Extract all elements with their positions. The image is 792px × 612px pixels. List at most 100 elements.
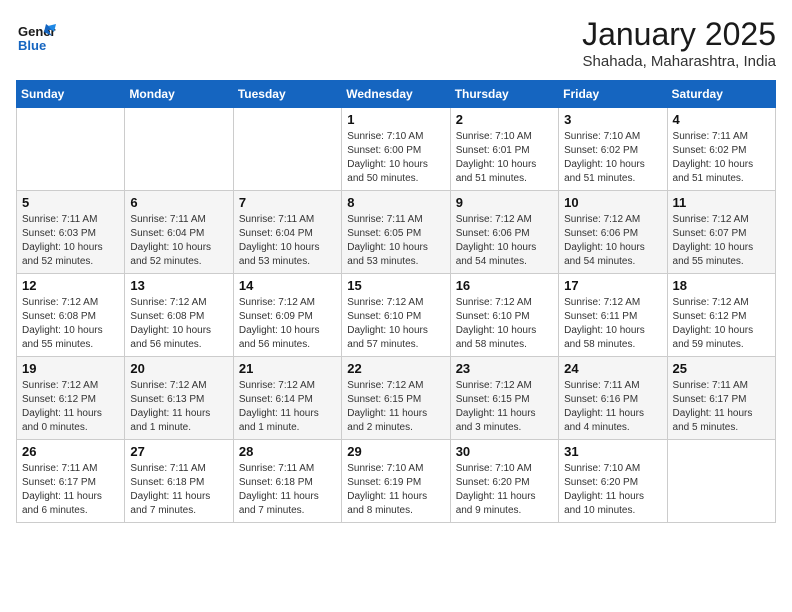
calendar-week-row: 1Sunrise: 7:10 AM Sunset: 6:00 PM Daylig… [17, 108, 776, 191]
day-number: 22 [347, 361, 444, 376]
calendar-day-cell: 11 Sunrise: 7:12 AM Sunset: 6:07 PM Dayli… [667, 191, 775, 274]
day-info: Sunrise: 7:11 AM Sunset: 6:05 PM Dayligh… [347, 213, 444, 269]
day-number: 11 [673, 195, 770, 210]
day-number: 4 [673, 112, 770, 127]
calendar-day-cell [125, 108, 233, 191]
calendar-day-cell: 3 Sunrise: 7:10 AM Sunset: 6:02 PM Daylig… [559, 108, 667, 191]
calendar-day-cell: 5 Sunrise: 7:11 AM Sunset: 6:03 PM Daylig… [17, 191, 125, 274]
day-info: Sunrise: 7:10 AM Sunset: 6:02 PM Dayligh… [564, 130, 661, 186]
day-info: Sunrise: 7:10 AM Sunset: 6:20 PM Dayligh… [456, 462, 553, 518]
day-number: 18 [673, 278, 770, 293]
day-number: 25 [673, 361, 770, 376]
day-of-week-header: Saturday [667, 81, 775, 108]
calendar-day-cell: 9 Sunrise: 7:12 AM Sunset: 6:06 PM Daylig… [450, 191, 558, 274]
calendar-day-cell: 17 Sunrise: 7:12 AM Sunset: 6:11 PM Dayli… [559, 274, 667, 357]
day-of-week-header: Thursday [450, 81, 558, 108]
calendar-day-cell: 24 Sunrise: 7:11 AM Sunset: 6:16 PM Dayli… [559, 357, 667, 440]
day-info: Sunrise: 7:12 AM Sunset: 6:12 PM Dayligh… [673, 296, 770, 352]
day-number: 5 [22, 195, 119, 210]
day-of-week-header: Monday [125, 81, 233, 108]
day-info: Sunrise: 7:11 AM Sunset: 6:16 PM Dayligh… [564, 379, 661, 435]
day-info: Sunrise: 7:11 AM Sunset: 6:04 PM Dayligh… [130, 213, 227, 269]
title-block: January 2025 Shahada, Maharashtra, India [582, 16, 776, 70]
calendar-day-cell: 22Sunrise: 7:12 AM Sunset: 6:15 PM Dayli… [342, 357, 450, 440]
day-info: Sunrise: 7:12 AM Sunset: 6:10 PM Dayligh… [456, 296, 553, 352]
calendar-day-cell: 20 Sunrise: 7:12 AM Sunset: 6:13 PM Dayli… [125, 357, 233, 440]
calendar-day-cell: 27Sunrise: 7:11 AM Sunset: 6:18 PM Dayli… [125, 440, 233, 523]
day-number: 13 [130, 278, 227, 293]
calendar-day-cell [17, 108, 125, 191]
day-number: 9 [456, 195, 553, 210]
calendar-week-row: 26Sunrise: 7:11 AM Sunset: 6:17 PM Dayli… [17, 440, 776, 523]
day-number: 8 [347, 195, 444, 210]
logo-icon: General Blue [16, 16, 56, 56]
logo: General Blue [16, 16, 56, 61]
day-number: 30 [456, 444, 553, 459]
day-info: Sunrise: 7:12 AM Sunset: 6:08 PM Dayligh… [22, 296, 119, 352]
day-number: 1 [347, 112, 444, 127]
calendar-week-row: 19Sunrise: 7:12 AM Sunset: 6:12 PM Dayli… [17, 357, 776, 440]
day-number: 12 [22, 278, 119, 293]
day-info: Sunrise: 7:10 AM Sunset: 6:01 PM Dayligh… [456, 130, 553, 186]
day-info: Sunrise: 7:12 AM Sunset: 6:15 PM Dayligh… [456, 379, 553, 435]
calendar-day-cell [233, 108, 341, 191]
day-info: Sunrise: 7:12 AM Sunset: 6:13 PM Dayligh… [130, 379, 227, 435]
day-of-week-header: Wednesday [342, 81, 450, 108]
day-info: Sunrise: 7:12 AM Sunset: 6:07 PM Dayligh… [673, 213, 770, 269]
calendar-day-cell: 6 Sunrise: 7:11 AM Sunset: 6:04 PM Daylig… [125, 191, 233, 274]
calendar-day-cell: 29 Sunrise: 7:10 AM Sunset: 6:19 PM Dayli… [342, 440, 450, 523]
day-number: 20 [130, 361, 227, 376]
calendar-day-cell: 2 Sunrise: 7:10 AM Sunset: 6:01 PM Daylig… [450, 108, 558, 191]
day-info: Sunrise: 7:11 AM Sunset: 6:04 PM Dayligh… [239, 213, 336, 269]
calendar-day-cell: 16 Sunrise: 7:12 AM Sunset: 6:10 PM Dayli… [450, 274, 558, 357]
calendar-day-cell: 23 Sunrise: 7:12 AM Sunset: 6:15 PM Dayli… [450, 357, 558, 440]
page-header: General Blue January 2025 Shahada, Mahar… [16, 16, 776, 70]
day-number: 23 [456, 361, 553, 376]
calendar-day-cell [667, 440, 775, 523]
day-info: Sunrise: 7:12 AM Sunset: 6:11 PM Dayligh… [564, 296, 661, 352]
day-info: Sunrise: 7:12 AM Sunset: 6:06 PM Dayligh… [456, 213, 553, 269]
calendar-week-row: 5 Sunrise: 7:11 AM Sunset: 6:03 PM Daylig… [17, 191, 776, 274]
day-of-week-header: Friday [559, 81, 667, 108]
day-number: 21 [239, 361, 336, 376]
calendar-day-cell: 14 Sunrise: 7:12 AM Sunset: 6:09 PM Dayli… [233, 274, 341, 357]
calendar-day-cell: 12 Sunrise: 7:12 AM Sunset: 6:08 PM Dayli… [17, 274, 125, 357]
day-info: Sunrise: 7:12 AM Sunset: 6:12 PM Dayligh… [22, 379, 119, 435]
calendar-day-cell: 13Sunrise: 7:12 AM Sunset: 6:08 PM Dayli… [125, 274, 233, 357]
day-number: 24 [564, 361, 661, 376]
day-info: Sunrise: 7:10 AM Sunset: 6:19 PM Dayligh… [347, 462, 444, 518]
calendar-day-cell: 25Sunrise: 7:11 AM Sunset: 6:17 PM Dayli… [667, 357, 775, 440]
calendar-day-cell: 19Sunrise: 7:12 AM Sunset: 6:12 PM Dayli… [17, 357, 125, 440]
day-of-week-header: Tuesday [233, 81, 341, 108]
day-of-week-header: Sunday [17, 81, 125, 108]
location-subtitle: Shahada, Maharashtra, India [582, 53, 776, 70]
calendar-day-cell: 30 Sunrise: 7:10 AM Sunset: 6:20 PM Dayli… [450, 440, 558, 523]
day-number: 14 [239, 278, 336, 293]
calendar-day-cell: 21Sunrise: 7:12 AM Sunset: 6:14 PM Dayli… [233, 357, 341, 440]
day-info: Sunrise: 7:11 AM Sunset: 6:18 PM Dayligh… [130, 462, 227, 518]
calendar-week-row: 12 Sunrise: 7:12 AM Sunset: 6:08 PM Dayli… [17, 274, 776, 357]
day-number: 2 [456, 112, 553, 127]
day-info: Sunrise: 7:12 AM Sunset: 6:09 PM Dayligh… [239, 296, 336, 352]
day-info: Sunrise: 7:12 AM Sunset: 6:10 PM Dayligh… [347, 296, 444, 352]
calendar-day-cell: 26Sunrise: 7:11 AM Sunset: 6:17 PM Dayli… [17, 440, 125, 523]
calendar-header-row: SundayMondayTuesdayWednesdayThursdayFrid… [17, 81, 776, 108]
day-number: 26 [22, 444, 119, 459]
calendar-day-cell: 4Sunrise: 7:11 AM Sunset: 6:02 PM Daylig… [667, 108, 775, 191]
day-number: 15 [347, 278, 444, 293]
calendar-day-cell: 31 Sunrise: 7:10 AM Sunset: 6:20 PM Dayli… [559, 440, 667, 523]
calendar-day-cell: 1Sunrise: 7:10 AM Sunset: 6:00 PM Daylig… [342, 108, 450, 191]
day-number: 31 [564, 444, 661, 459]
calendar-day-cell: 10Sunrise: 7:12 AM Sunset: 6:06 PM Dayli… [559, 191, 667, 274]
day-number: 17 [564, 278, 661, 293]
day-number: 3 [564, 112, 661, 127]
day-info: Sunrise: 7:11 AM Sunset: 6:18 PM Dayligh… [239, 462, 336, 518]
day-info: Sunrise: 7:11 AM Sunset: 6:03 PM Dayligh… [22, 213, 119, 269]
calendar-day-cell: 7Sunrise: 7:11 AM Sunset: 6:04 PM Daylig… [233, 191, 341, 274]
day-number: 16 [456, 278, 553, 293]
day-number: 29 [347, 444, 444, 459]
day-number: 6 [130, 195, 227, 210]
month-title: January 2025 [582, 16, 776, 53]
day-info: Sunrise: 7:10 AM Sunset: 6:20 PM Dayligh… [564, 462, 661, 518]
calendar-day-cell: 18 Sunrise: 7:12 AM Sunset: 6:12 PM Dayli… [667, 274, 775, 357]
